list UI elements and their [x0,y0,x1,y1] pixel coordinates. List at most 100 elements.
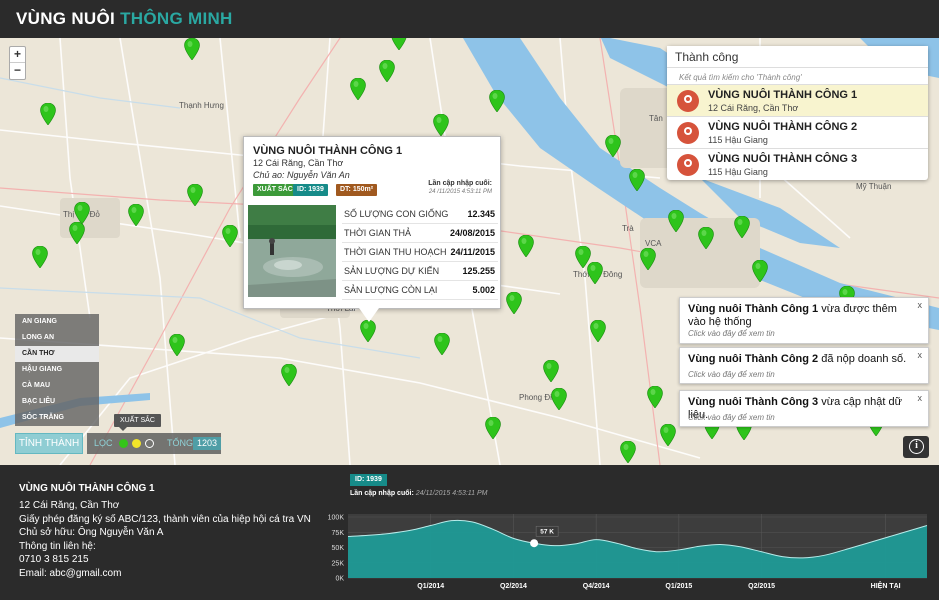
farm-pin-icon[interactable] [575,246,591,268]
location-pin-icon [677,154,699,176]
map[interactable]: Thạnh HưngThị Cờ ĐỏThới LaiTânMỹ ThuậnTr… [0,38,939,465]
farm-pin-icon[interactable] [281,364,297,386]
stat-row: SẢN LƯỢNG CÒN LẠI 5.002 [342,281,498,300]
stat-value: 24/08/2015 [449,228,495,238]
pond-photo [248,205,336,297]
search-results: VÙNG NUÔI THÀNH CÔNG 1 12 Cái Răng, Cần T… [667,84,928,180]
filter-excellent-dot[interactable] [119,439,128,448]
notification-text: Vùng nuôi Thành Công 2 đã nộp doanh số. [688,353,907,365]
province-item[interactable]: LONG AN [15,330,99,346]
farm-pin-icon[interactable] [551,388,567,410]
result-name: VÙNG NUÔI THÀNH CÔNG 3 [708,153,858,165]
result-address: 12 Cái Răng, Cần Thơ [708,103,799,113]
farm-pin-icon[interactable] [668,210,684,232]
province-item[interactable]: AN GIANG [15,314,99,330]
notification-text: Vùng nuôi Thành Công 1 vừa được thêm vào… [688,303,897,328]
filter-label: LỌC [94,438,113,448]
farm-pin-icon[interactable] [620,441,636,463]
x-tick-label: Q1/2015 [665,583,692,590]
farm-pin-icon[interactable] [660,424,676,446]
y-tick-label: 0K [335,576,344,583]
farm-pin-icon[interactable] [734,216,750,238]
farm-pin-icon[interactable] [752,260,768,282]
farm-pin-icon[interactable] [698,227,714,249]
farm-pin-icon[interactable] [433,114,449,136]
popup-owner: Chủ ao: Nguyễn Văn An [253,170,350,180]
farm-pin-icon[interactable] [184,38,200,60]
search-result-item[interactable]: VÙNG NUÔI THÀNH CÔNG 1 12 Cái Răng, Cần T… [667,84,928,116]
farm-pin-icon[interactable] [379,60,395,82]
stat-label: SẢN LƯỢNG DỰ KIẾN [344,266,440,276]
stat-value: 125.255 [462,266,495,276]
province-item[interactable]: SÓC TRĂNG [15,410,99,426]
stat-value: 5.002 [472,285,495,295]
province-item[interactable]: BẠC LIÊU [15,394,99,410]
farm-pin-icon[interactable] [434,333,450,355]
farm-pin-icon[interactable] [128,204,144,226]
filter-tooltip: XUẤT SẮC [114,414,161,431]
farm-pin-icon[interactable] [69,222,85,244]
close-icon[interactable]: x [918,350,923,360]
farm-pin-icon[interactable] [590,320,606,342]
province-list: AN GIANG LONG AN CẦN THƠ HẬU GIANG CÀ MAU BẠC… [15,314,99,426]
stat-row: SỐ LƯỢNG CON GIỐNG 12.345 [342,205,498,224]
place-label: Tân [649,114,663,123]
farm-pin-icon[interactable] [350,78,366,100]
farm-pin-icon[interactable] [74,202,90,224]
search-caption: Kết quả tìm kiếm cho 'Thành công' [679,73,802,82]
farm-pin-icon[interactable] [485,417,501,439]
stat-label: SỐ LƯỢNG CON GIỐNG [344,209,449,219]
farm-pin-icon[interactable] [640,248,656,270]
zoom-control[interactable]: + − [9,46,26,80]
farm-pin-icon[interactable] [222,225,238,247]
farm-pin-icon[interactable] [169,334,185,356]
popup-updated-time: 24 /11/2015 4:53:11 PM [428,189,492,195]
close-icon[interactable]: x [918,300,923,310]
farm-pin-icon[interactable] [489,90,505,112]
info-button[interactable]: i [903,436,929,458]
place-label: Trà [622,224,634,233]
stat-value: 12.345 [467,209,495,219]
farm-pin-icon[interactable] [506,292,522,314]
stat-label: SẢN LƯỢNG CÒN LẠI [344,285,438,295]
zoom-in-button[interactable]: + [10,47,25,63]
search-input[interactable] [667,46,928,68]
farm-pin-icon[interactable] [543,360,559,382]
farm-pin-icon[interactable] [605,135,621,157]
production-chart[interactable]: 0K 25K 50K 75K 100K Q1/2014 Q2/2014 Q4/2014 Q1/2… [310,505,935,599]
province-item[interactable]: CÀ MAU [15,378,99,394]
filter-good-dot[interactable] [132,439,141,448]
search-result-item[interactable]: VÙNG NUÔI THÀNH CÔNG 3 115 Hậu Giang [667,148,928,180]
farm-pin-icon[interactable] [629,169,645,191]
province-item[interactable]: HẬU GIANG [15,362,99,378]
notification-2[interactable]: Vùng nuôi Thành Công 2 đã nộp doanh số. … [679,347,929,384]
zoom-out-button[interactable]: − [10,63,25,79]
farm-pin-icon[interactable] [647,386,663,408]
bottom-panel: VÙNG NUÔI THÀNH CÔNG 1 12 Cái Răng, Cần … [0,465,939,600]
farm-pin-icon[interactable] [518,235,534,257]
grade-badge: XUẤT SẮC [253,184,297,196]
farm-pin-icon[interactable] [187,184,203,206]
notification-3[interactable]: Vùng nuôi Thành Công 3 vừa cập nhật dữ l… [679,390,929,427]
farm-pin-icon[interactable] [360,320,376,342]
farm-pin-icon[interactable] [391,38,407,50]
close-icon[interactable]: x [918,393,923,403]
province-toggle-button[interactable]: TỈNH THÀNH [15,433,83,454]
farm-detail-line: 12 Cái Răng, Cần Thơ [19,500,120,511]
province-item[interactable]: CẦN THƠ [15,346,99,362]
notification-1[interactable]: Vùng nuôi Thành Công 1 vừa được thêm vào… [679,297,929,344]
stat-label: THỜI GIAN THU HOẠCH [344,247,447,257]
highlight-point[interactable] [530,539,539,548]
farm-popup[interactable]: VÙNG NUÔI THÀNH CÔNG 1 12 Cái Răng, Cần … [243,136,501,309]
notification-sub: Click vào đây để xem tin [688,370,775,379]
x-tick-label: Q2/2014 [500,583,527,590]
filter-all-dot[interactable] [145,439,154,448]
farm-detail-line: 0710 3 815 215 [19,554,89,565]
popup-stats-table: SỐ LƯỢNG CON GIỐNG 12.345 THỜI GIAN THẢ 24/… [342,205,498,300]
farm-pin-icon[interactable] [40,103,56,125]
search-result-item[interactable]: VÙNG NUÔI THÀNH CÔNG 2 115 Hậu Giang [667,116,928,148]
farm-pin-icon[interactable] [32,246,48,268]
chart-updated: Lần cập nhập cuối: 24/11/2015 4:53:11 PM [350,490,488,497]
app-logo[interactable]: VÙNG NUÔI THÔNG MINH [16,9,233,29]
info-icon: i [909,439,924,454]
